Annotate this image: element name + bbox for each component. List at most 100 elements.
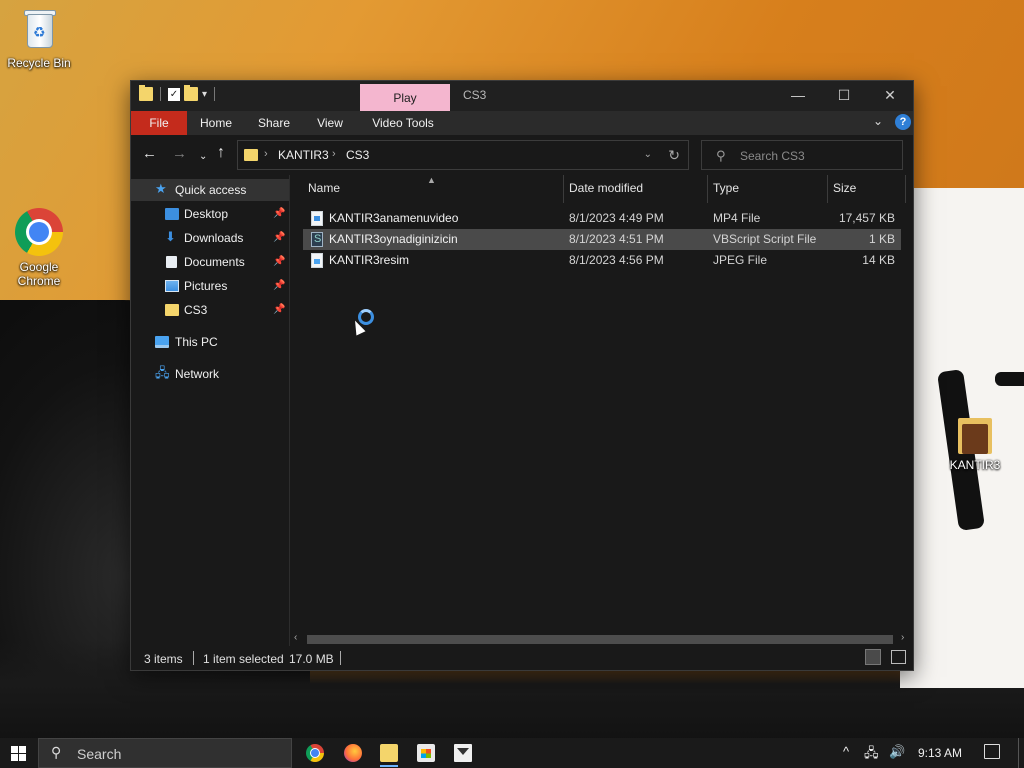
windows-logo-icon: [11, 746, 18, 753]
details-view-icon[interactable]: [865, 649, 881, 665]
desktop-icon-recycle-bin[interactable]: ♻ Recycle Bin: [4, 8, 74, 70]
taskbar: ⚲ Search ^ 🖧 🔊 9:13 AM: [0, 738, 1024, 768]
show-desktop-button[interactable]: [1018, 738, 1019, 768]
column-date-modified[interactable]: Date modified: [569, 181, 643, 195]
expand-ribbon-chevron-icon[interactable]: ⌄: [873, 114, 883, 128]
sidebar-item-cs3[interactable]: CS3 📌: [131, 299, 289, 321]
customize-toolbar-icon[interactable]: ▾: [202, 89, 207, 100]
breadcrumb-chevron-icon[interactable]: ›: [264, 148, 268, 160]
taskbar-search-box[interactable]: ⚲ Search: [38, 738, 292, 768]
pin-icon[interactable]: 📌: [273, 275, 285, 297]
windows-logo-icon-part: [19, 754, 26, 761]
sidebar-item-quick-access[interactable]: ★ Quick access: [131, 179, 289, 201]
minimize-button[interactable]: —: [775, 81, 821, 111]
column-name[interactable]: Name: [308, 181, 340, 195]
forward-button[interactable]: →: [172, 146, 187, 162]
chrome-icon[interactable]: [306, 744, 324, 762]
breadcrumb-cs3[interactable]: CS3: [346, 148, 369, 162]
file-row-selected[interactable]: KANTIR3oynadiginizicin 8/1/2023 4:51 PM …: [303, 229, 901, 250]
tab-file[interactable]: File: [131, 111, 187, 135]
maximize-button[interactable]: ☐: [821, 81, 867, 111]
sidebar-item-this-pc[interactable]: This PC: [131, 331, 289, 353]
folder-icon: [958, 414, 992, 454]
file-explorer-icon[interactable]: [380, 744, 398, 767]
address-dropdown-icon[interactable]: ⌄: [644, 149, 652, 160]
start-button[interactable]: [0, 738, 36, 768]
title-bar: ✓ ▾ Play CS3 — ☐ ✕: [131, 81, 913, 111]
taskbar-clock[interactable]: 9:13 AM: [918, 746, 962, 760]
breadcrumb-kantir3[interactable]: KANTIR3: [278, 148, 329, 162]
pin-icon[interactable]: 📌: [273, 203, 285, 225]
scroll-right-icon[interactable]: ›: [901, 632, 904, 643]
breadcrumb-chevron-icon[interactable]: ›: [332, 148, 336, 160]
tab-view[interactable]: View: [305, 111, 355, 135]
desktop-icon-label: Recycle Bin: [7, 56, 71, 70]
pane-divider[interactable]: [289, 175, 290, 646]
file-type: VBScript Script File: [713, 232, 817, 246]
close-button[interactable]: ✕: [867, 81, 913, 111]
pin-icon[interactable]: 📌: [273, 227, 285, 249]
folder-icon: [165, 304, 179, 316]
selection-size: 17.0 MB: [289, 652, 334, 666]
contextual-tab-play[interactable]: Play: [360, 84, 450, 111]
file-row[interactable]: KANTIR3anamenuvideo 8/1/2023 4:49 PM MP4…: [303, 208, 901, 229]
column-size[interactable]: Size: [833, 181, 856, 195]
volume-icon[interactable]: 🔊: [889, 744, 905, 760]
ribbon-tabs: File Home Share View Video Tools ⌄ ?: [131, 111, 913, 135]
show-hidden-icons-chevron-icon[interactable]: ^: [843, 744, 849, 759]
scroll-left-icon[interactable]: ‹: [294, 632, 297, 643]
pin-icon[interactable]: 📌: [273, 251, 285, 273]
file-name: KANTIR3oynadiginizicin: [329, 232, 458, 246]
mail-icon[interactable]: [454, 744, 472, 762]
new-folder-icon[interactable]: [184, 85, 198, 101]
sidebar-item-documents[interactable]: Documents 📌: [131, 251, 289, 273]
sidebar-item-label: Network: [175, 367, 220, 381]
search-icon: ⚲: [51, 744, 62, 760]
column-type[interactable]: Type: [713, 181, 739, 195]
tab-home[interactable]: Home: [191, 111, 241, 135]
search-box[interactable]: ⚲: [701, 140, 903, 170]
windows-logo-icon-part: [19, 746, 26, 753]
quick-access-toolbar: ✓ ▾: [139, 85, 218, 101]
large-icons-view-icon[interactable]: [891, 650, 906, 664]
recent-locations-chevron-icon[interactable]: ⌄: [199, 149, 207, 165]
firefox-icon[interactable]: [344, 744, 362, 762]
help-icon[interactable]: ?: [895, 114, 911, 130]
taskbar-search-label: Search: [77, 746, 122, 762]
sidebar-item-desktop[interactable]: Desktop 📌: [131, 203, 289, 225]
item-count: 3 items: [144, 652, 183, 666]
sidebar-item-downloads[interactable]: ⬇ Downloads 📌: [131, 227, 289, 249]
up-button[interactable]: ↑: [217, 145, 225, 161]
horizontal-scrollbar[interactable]: ‹ ›: [291, 632, 913, 646]
file-row[interactable]: KANTIR3resim 8/1/2023 4:56 PM JPEG File …: [303, 250, 901, 271]
column-divider[interactable]: [563, 175, 564, 203]
back-button[interactable]: ←: [142, 146, 157, 162]
pc-icon: [155, 336, 169, 348]
store-icon[interactable]: [417, 744, 435, 762]
column-divider[interactable]: [827, 175, 828, 203]
properties-icon[interactable]: ✓: [168, 87, 180, 101]
address-bar[interactable]: › KANTIR3 › CS3 ⌄ ↻: [237, 140, 689, 170]
sidebar-item-network[interactable]: 🖧 Network: [131, 363, 289, 385]
sidebar-item-label: Downloads: [184, 231, 244, 245]
sidebar-item-label: CS3: [184, 303, 208, 317]
file-type: MP4 File: [713, 211, 761, 225]
network-icon[interactable]: 🖧: [864, 744, 879, 766]
download-icon: ⬇: [165, 229, 176, 244]
tab-video-tools[interactable]: Video Tools: [363, 111, 443, 135]
sidebar-item-pictures[interactable]: Pictures 📌: [131, 275, 289, 297]
scrollbar-thumb[interactable]: [307, 635, 893, 644]
sidebar-item-label: Pictures: [184, 279, 228, 293]
notifications-icon[interactable]: [984, 744, 1000, 759]
search-icon: ⚲: [716, 148, 726, 163]
pin-icon[interactable]: 📌: [273, 299, 285, 321]
file-type: JPEG File: [713, 253, 768, 267]
desktop-icon-google-chrome[interactable]: Google Chrome: [4, 208, 74, 288]
search-input[interactable]: [740, 147, 890, 165]
desktop-icon-kantir3-folder[interactable]: KANTIR3: [940, 414, 1010, 472]
column-divider[interactable]: [707, 175, 708, 203]
column-divider[interactable]: [905, 175, 906, 203]
windows-logo-icon-part: [11, 754, 18, 761]
tab-share[interactable]: Share: [249, 111, 299, 135]
refresh-icon[interactable]: ↻: [668, 147, 680, 164]
